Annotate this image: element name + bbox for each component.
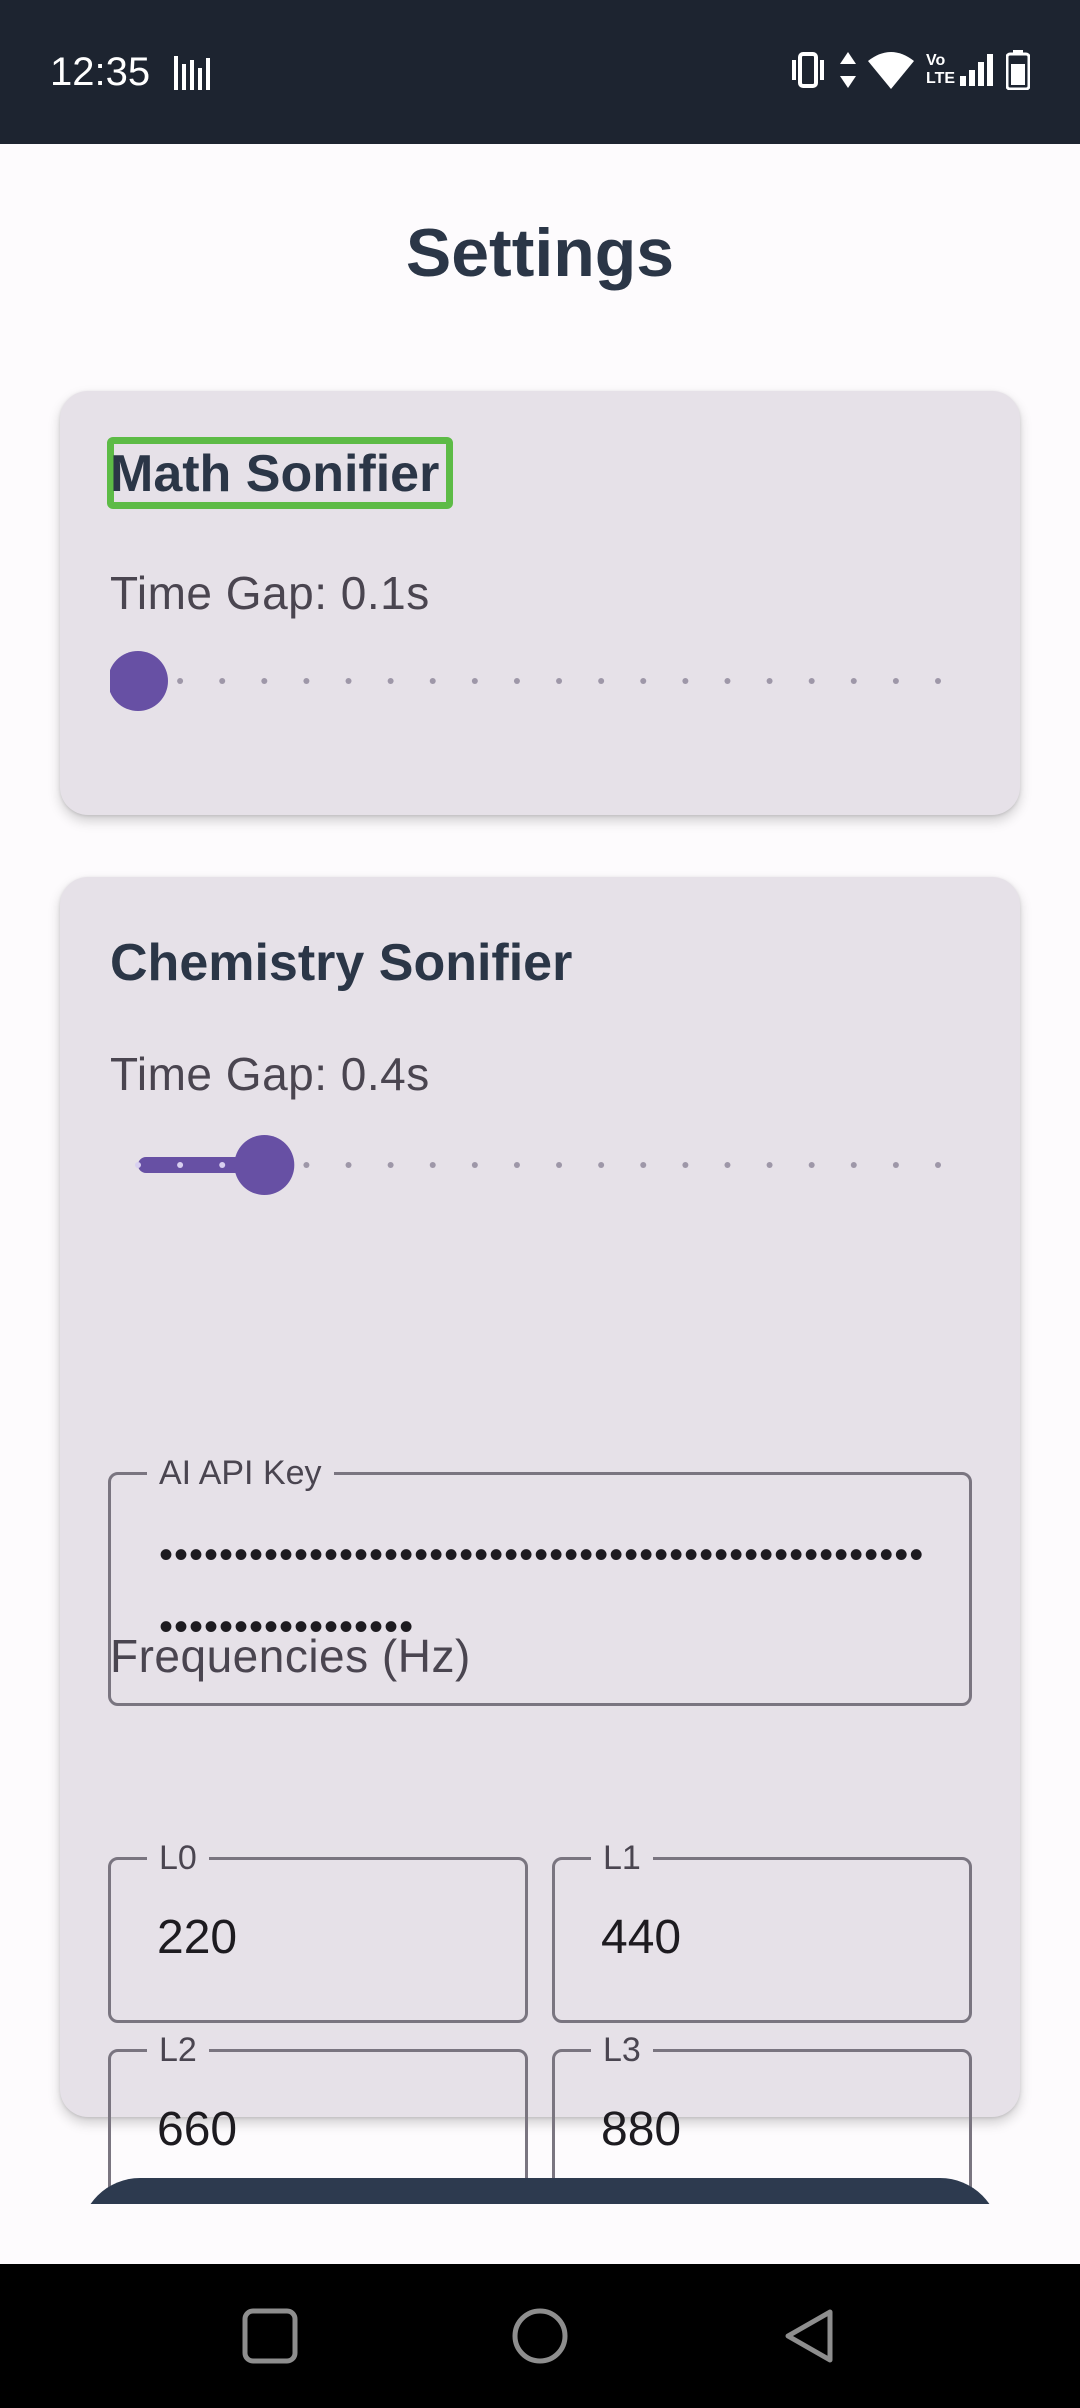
- slider-tick: [345, 678, 352, 684]
- slider-tick: [429, 678, 436, 684]
- slider-tick: [640, 1162, 647, 1168]
- slider-tick: [892, 1162, 899, 1168]
- slider-tick: [303, 1162, 310, 1168]
- slider-tick: [935, 678, 941, 684]
- slider-tick: [429, 1162, 436, 1168]
- status-time: 12:35: [50, 50, 151, 94]
- math-sonifier-card: Math Sonifier Time Gap: 0.1s: [60, 391, 1020, 815]
- slider-tick: [892, 678, 899, 684]
- frequency-l2-label: L2: [147, 2030, 209, 2070]
- vibrate-icon: [792, 52, 824, 88]
- frequency-l1-label: L1: [591, 1838, 653, 1878]
- slider-tick: [682, 678, 689, 684]
- slider-tick: [177, 678, 184, 684]
- slider-tick: [471, 678, 478, 684]
- chemistry-sonifier-title: Chemistry Sonifier: [110, 934, 573, 992]
- frequency-l3-label: L3: [591, 2030, 653, 2070]
- signal-bars-icon: [174, 56, 210, 90]
- frequencies-label: Frequencies (Hz): [110, 1630, 471, 1682]
- recents-button[interactable]: [234, 2300, 306, 2372]
- frequency-field-l0[interactable]: L0 220: [108, 1838, 528, 2023]
- home-button[interactable]: [504, 2300, 576, 2372]
- slider-thumb[interactable]: [234, 1135, 295, 1195]
- frequency-l0-value: 220: [157, 1911, 238, 1964]
- slider-tick: [808, 678, 815, 684]
- slider-tick: [766, 678, 773, 684]
- recents-square-icon: [242, 2308, 298, 2364]
- slider-tick: [387, 678, 394, 684]
- math-time-gap-slider[interactable]: [110, 641, 970, 721]
- slider-tick: [219, 678, 226, 684]
- status-icons: Vo LTE: [788, 48, 1030, 92]
- back-button[interactable]: [774, 2300, 846, 2372]
- battery-icon: [1006, 50, 1030, 90]
- slider-tick: [556, 678, 563, 684]
- slider-tick: [556, 1162, 563, 1168]
- chemistry-time-gap-label: Time Gap: 0.4s: [110, 1048, 430, 1100]
- slider-tick: [808, 1162, 815, 1168]
- slider-tick: [387, 1162, 394, 1168]
- api-key-label: AI API Key: [147, 1453, 334, 1493]
- slider-tick: [513, 678, 520, 684]
- bottom-action-button[interactable]: [80, 2178, 1000, 2204]
- settings-page: Settings Math Sonifier Time Gap: 0.1s Ch…: [0, 144, 1080, 2204]
- slider-tick: [935, 1162, 941, 1168]
- frequency-l1-value: 440: [601, 1911, 682, 1964]
- slider-tick: [850, 678, 857, 684]
- slider-tick: [682, 1162, 689, 1168]
- slider-tick: [303, 678, 310, 684]
- frequency-l0-label: L0: [147, 1838, 209, 1878]
- slider-tick: [471, 1162, 478, 1168]
- slider-thumb[interactable]: [110, 651, 168, 711]
- slider-tick: [135, 1162, 141, 1168]
- slider-tick: [724, 1162, 731, 1168]
- slider-tick: [345, 1162, 352, 1168]
- slider-tick: [766, 1162, 773, 1168]
- math-sonifier-title: Math Sonifier: [110, 445, 440, 503]
- cell-signal-icon: [960, 54, 993, 86]
- frequency-l3-value: 880: [601, 2103, 682, 2156]
- slider-tick: [598, 1162, 605, 1168]
- status-bar: 12:35 Vo LTE: [0, 0, 1080, 144]
- slider-tick: [513, 1162, 520, 1168]
- slider-tick: [598, 678, 605, 684]
- slider-tick: [177, 1162, 184, 1168]
- volte-icon: Vo LTE: [926, 52, 956, 87]
- home-circle-icon: [512, 2308, 568, 2364]
- wifi-icon: [868, 52, 914, 89]
- slider-tick: [724, 678, 731, 684]
- page-title: Settings: [405, 215, 675, 291]
- slider-tick: [261, 678, 268, 684]
- back-triangle-icon: [785, 2309, 833, 2363]
- chemistry-sonifier-card: Chemistry Sonifier Time Gap: 0.4s AI API…: [60, 877, 1020, 2204]
- data-arrows-icon: [840, 52, 856, 88]
- frequency-l2-value: 660: [157, 2103, 238, 2156]
- slider-tick: [219, 1162, 226, 1168]
- math-time-gap-label: Time Gap: 0.1s: [110, 567, 430, 619]
- frequency-field-l1[interactable]: L1 440: [552, 1838, 972, 2023]
- slider-tick: [640, 678, 647, 684]
- slider-tick: [850, 1162, 857, 1168]
- chemistry-time-gap-slider[interactable]: [110, 1125, 970, 1205]
- navigation-bar: [0, 2264, 1080, 2408]
